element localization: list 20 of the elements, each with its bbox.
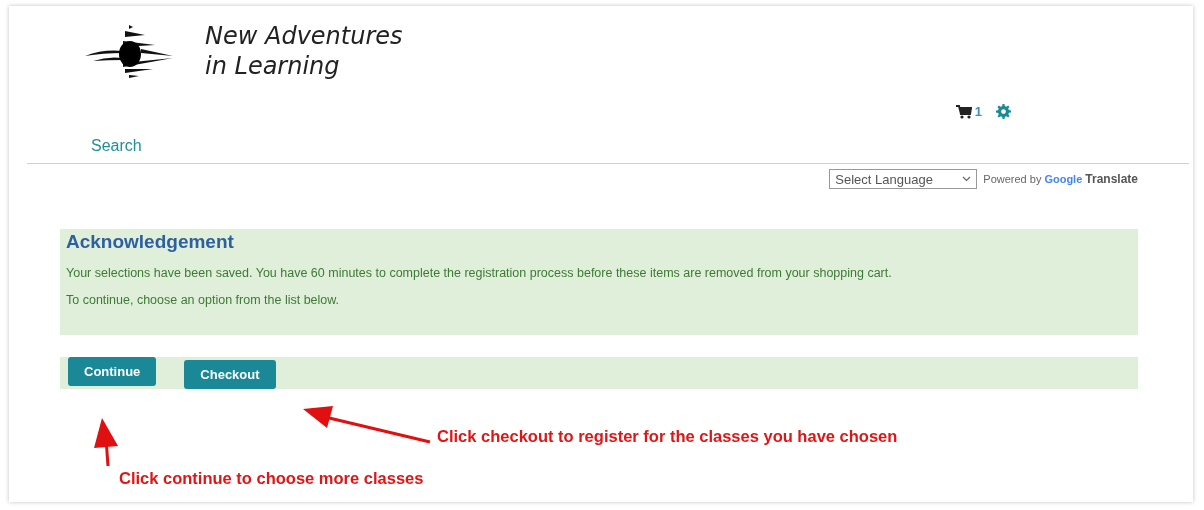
action-button[interactable]: Checkout (184, 360, 276, 389)
arrow-icon (303, 406, 433, 446)
cart-count[interactable]: 1 (974, 104, 982, 119)
instruction-text: To continue, choose an option from the list below. (66, 293, 341, 307)
search-link[interactable]: Search (91, 137, 142, 154)
chevron-down-icon (962, 176, 972, 182)
translate-text[interactable]: Translate (1085, 172, 1138, 186)
brand-name: in Learning (205, 51, 341, 81)
cart-icon[interactable] (955, 104, 972, 119)
powered-by-text: Powered by (983, 173, 1042, 185)
annotation-text: Click continue to choose more classes (119, 469, 424, 488)
message-text: Your selections have been saved. You have 60 minutes to complete the registration process before these items are removed from your shopping cart. (66, 266, 893, 280)
annotation-text: Click checkout to register for the classes you have chosen (437, 427, 898, 446)
settings-icon[interactable] (996, 104, 1011, 119)
action-button[interactable]: Continue (68, 357, 157, 386)
google-logo[interactable]: Google (1044, 173, 1083, 185)
language-select[interactable]: Select Language (829, 169, 978, 189)
brand-name: New Adventures (205, 21, 403, 51)
panel-title: Acknowledgement (66, 230, 235, 253)
arrow-icon (94, 418, 118, 466)
